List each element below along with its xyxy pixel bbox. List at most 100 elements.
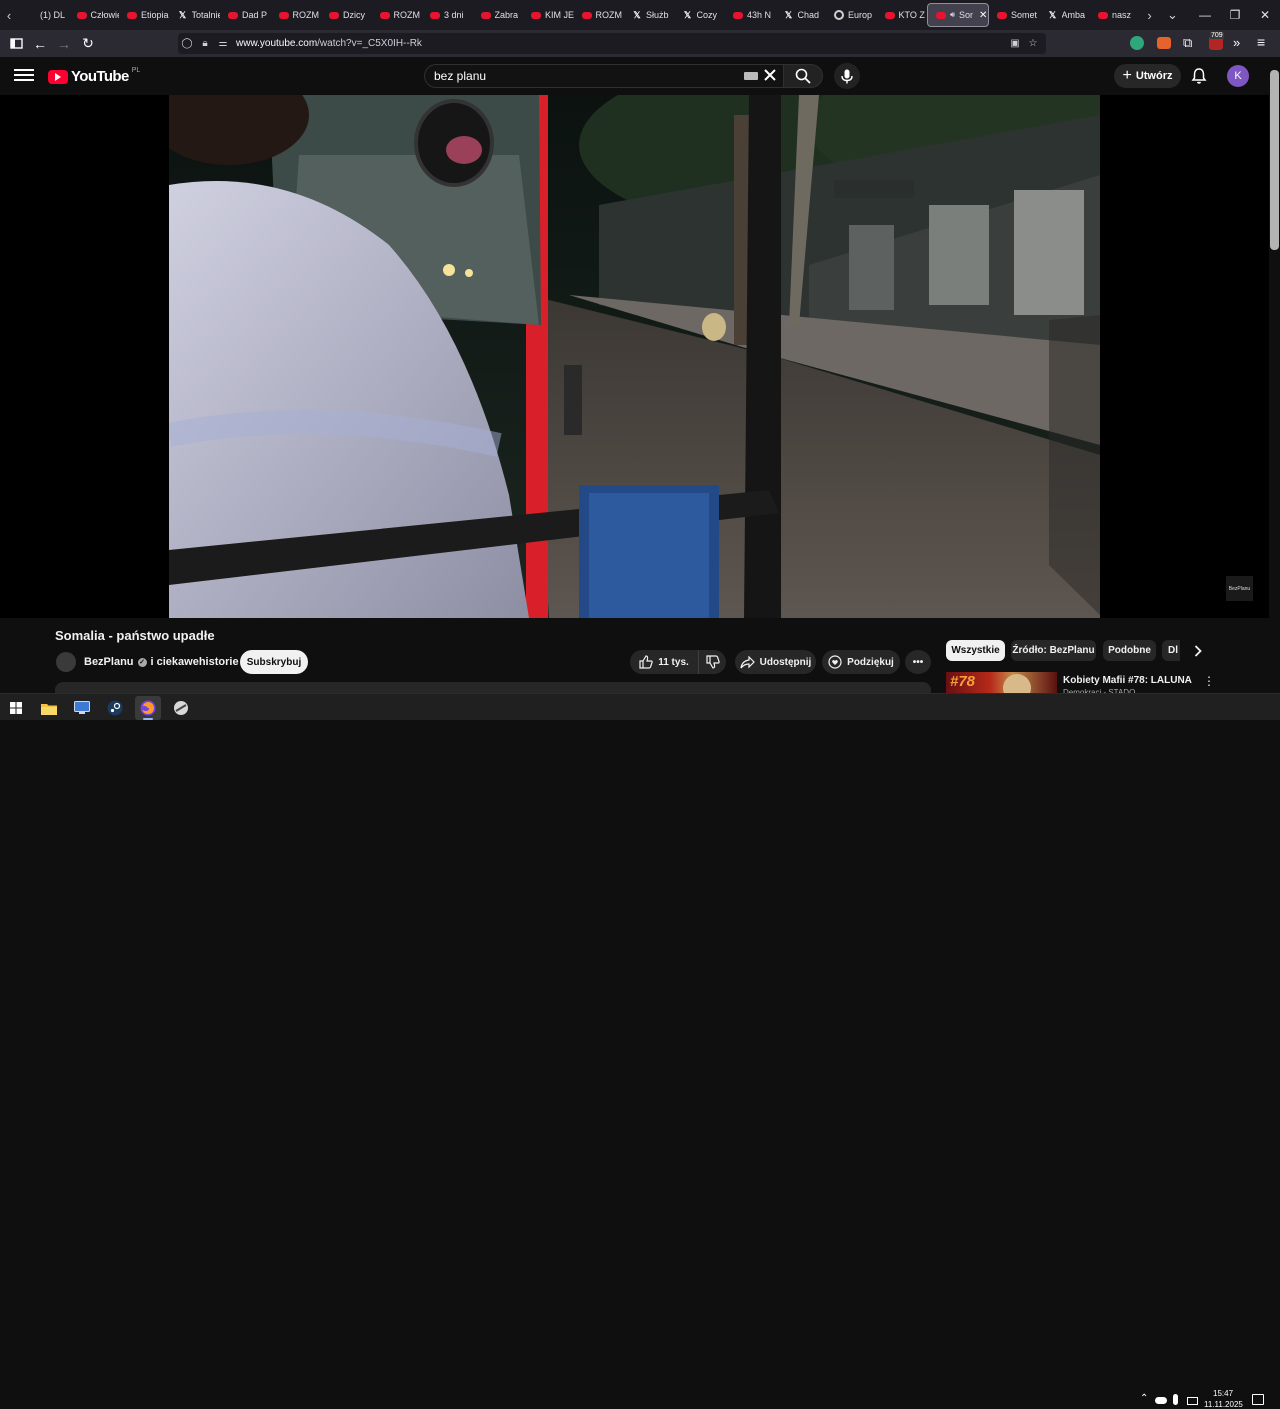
audio-playing-icon[interactable]: 🔊︎ (950, 10, 955, 20)
browser-tab[interactable]: Somet (989, 3, 1040, 27)
channel-name[interactable]: BezPlanu (84, 656, 134, 668)
start-windows-icon[interactable] (3, 696, 29, 720)
more-actions-icon[interactable]: ••• (905, 650, 931, 674)
like-button[interactable]: 11 tys. (630, 650, 698, 674)
create-button[interactable]: + Utwórz (1114, 64, 1181, 88)
x-icon: 𝕏 (178, 9, 187, 20)
browser-tab[interactable]: 𝕏 Chad (776, 3, 827, 27)
browser-tab[interactable]: 𝕏 Cozy (675, 3, 726, 27)
notifications-center-icon[interactable] (1252, 1394, 1264, 1405)
tracking-shield-icon[interactable]: ◯ (178, 38, 196, 49)
reload-icon[interactable]: ↻ (76, 30, 100, 57)
browser-tab[interactable]: Dad P (220, 3, 271, 27)
tab-list-dropdown-icon[interactable]: ⌄ (1159, 0, 1187, 30)
tray-overflow-chevron-icon[interactable]: ⌃ (1140, 1393, 1148, 1404)
browser-tab[interactable]: 𝕏 Totalnie (170, 3, 220, 27)
account-avatar[interactable]: K (1227, 65, 1249, 87)
reader-view-icon[interactable]: ▣ (1006, 38, 1024, 49)
clock-date[interactable]: 11.11.2025 (1204, 1400, 1243, 1409)
thumbs-up-icon (639, 655, 653, 669)
channel-info[interactable]: BezPlanu ✓ i ciekawehistorie (84, 656, 239, 668)
sidebar-toggle-icon[interactable] (4, 30, 28, 57)
back-icon[interactable]: ← (28, 30, 52, 57)
url-bar[interactable]: ◯ 🔒︎ ⚌ www.youtube.com/watch?v=_C5X0IH--… (178, 33, 1046, 54)
overflow-chevrons-icon[interactable]: » (1233, 35, 1240, 50)
search-input[interactable]: bez planu (424, 64, 784, 88)
extension-icon[interactable] (1157, 37, 1171, 49)
app-menu-icon[interactable]: ≡ (1257, 34, 1265, 50)
file-explorer-icon[interactable] (36, 696, 62, 720)
browser-tab[interactable]: Zabra (473, 3, 524, 27)
vpn-extension-icon[interactable] (1130, 36, 1144, 50)
browser-tab[interactable]: Dzicy (321, 3, 372, 27)
close-tab-icon[interactable]: ✕ (979, 10, 987, 21)
browser-tab[interactable]: ROZM (574, 3, 625, 27)
browser-tab-label: Dad P (242, 10, 268, 20)
browser-tab[interactable]: KTO Z (877, 3, 928, 27)
onedrive-icon[interactable] (1155, 1397, 1167, 1404)
search-button[interactable] (783, 64, 823, 88)
forward-icon[interactable]: → (52, 30, 76, 57)
recommendation-menu-icon[interactable]: ⋮ (1203, 674, 1215, 688)
notifications-bell-icon[interactable] (1190, 67, 1208, 85)
steam-icon[interactable] (102, 696, 128, 720)
url-text[interactable]: www.youtube.com/watch?v=_C5X0IH--Rk (236, 38, 422, 49)
close-window-icon[interactable]: ✕ (1250, 8, 1280, 22)
browser-tab-label: ROZM (595, 10, 623, 20)
recommendation-title[interactable]: Kobiety Mafii #78: LALUNA (1063, 675, 1192, 686)
keyboard-icon[interactable] (744, 72, 758, 80)
browser-tab[interactable]: ROZM (271, 3, 322, 27)
minimize-icon[interactable]: — (1190, 8, 1220, 22)
microphone-tray-icon[interactable] (1173, 1394, 1178, 1405)
hamburger-menu-icon[interactable] (14, 66, 34, 86)
browser-tab[interactable]: Europ (826, 3, 877, 27)
chip-source[interactable]: Źródło: BezPlanu (1011, 640, 1096, 661)
tabs-scroll-left-icon[interactable]: ‹ (0, 0, 18, 30)
browser-tab[interactable]: 🔊︎ Son ✕ (927, 3, 989, 27)
recommendation-thumbnail[interactable]: #78 (946, 672, 1057, 693)
video-frame[interactable] (169, 95, 1100, 618)
restore-icon[interactable]: ❐ (1220, 8, 1250, 22)
browser-tab[interactable]: 43h N (725, 3, 776, 27)
chip-next-chevron-icon[interactable] (1190, 643, 1206, 659)
channel-avatar[interactable] (56, 652, 76, 672)
microphone-icon (841, 69, 853, 83)
youtube-logo[interactable]: YouTube PL (48, 67, 140, 85)
firefox-icon[interactable] (135, 696, 161, 720)
chip-all[interactable]: Wszystkie (946, 640, 1005, 661)
browser-tab-label: KIM JE (545, 10, 574, 20)
page-scrollbar-thumb[interactable] (1270, 70, 1279, 250)
video-player[interactable] (0, 95, 1269, 618)
bookmark-star-icon[interactable]: ☆ (1024, 38, 1042, 49)
chip-truncated[interactable]: Dl (1162, 640, 1180, 661)
permissions-icon[interactable]: ⚌ (214, 38, 232, 49)
dislike-button[interactable] (698, 650, 726, 674)
lock-icon[interactable]: 🔒︎ (196, 38, 214, 49)
thanks-button[interactable]: Podziękuj (822, 650, 900, 674)
tabs-scroll-right-icon[interactable]: › (1141, 0, 1159, 30)
chip-similar[interactable]: Podobne (1103, 640, 1156, 661)
browser-tab[interactable]: 𝕏 Amba (1040, 3, 1091, 27)
collab-channel[interactable]: i ciekawehistorie (151, 656, 239, 668)
browser-tab[interactable]: KIM JE (523, 3, 574, 27)
channel-watermark[interactable]: BezPlanu (1226, 576, 1253, 601)
share-button[interactable]: Udostępnij (735, 650, 816, 674)
browser-tab[interactable]: (1) DL (18, 3, 69, 27)
description-box[interactable] (55, 682, 931, 693)
browser-tab[interactable]: Człowiek (69, 3, 119, 27)
clock-time[interactable]: 15:47 (1213, 1389, 1233, 1398)
browser-tab[interactable]: ROZM (372, 3, 423, 27)
extensions-puzzle-icon[interactable]: ⧉ (1183, 35, 1192, 51)
subscribe-button[interactable]: Subskrybuj (240, 650, 308, 674)
display-settings-icon[interactable] (69, 696, 95, 720)
network-icon[interactable] (1187, 1397, 1198, 1405)
voice-search-button[interactable] (834, 63, 860, 89)
browser-tab[interactable]: Etiopia (119, 3, 170, 27)
browser-tab-label: Dzicy (343, 10, 365, 20)
clear-search-icon[interactable] (763, 68, 777, 87)
search-input-value: bez planu (434, 69, 487, 83)
browser-tab[interactable]: nasz (1090, 3, 1141, 27)
browser-tab[interactable]: 3 dni (422, 3, 473, 27)
game-app-icon[interactable] (168, 696, 194, 720)
browser-tab[interactable]: 𝕏 Służb (624, 3, 675, 27)
